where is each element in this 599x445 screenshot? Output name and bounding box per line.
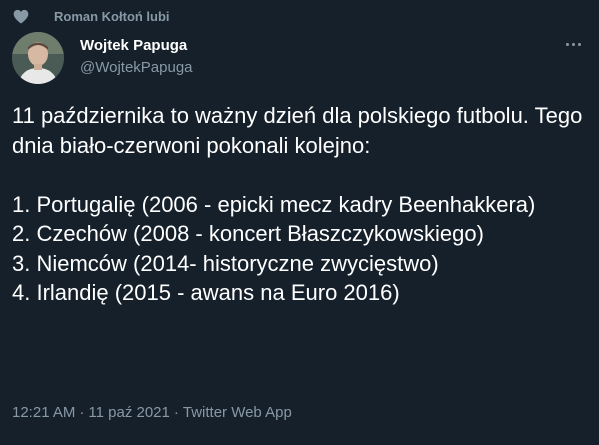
meta-separator: · (79, 404, 85, 421)
tweet-list-item: 4. Irlandię (2015 - awans na Euro 2016) (12, 280, 400, 305)
tweet-paragraph: 11 października to ważny dzień dla polsk… (12, 103, 589, 158)
tweet-metadata: 12:21 AM · 11 paź 2021 · Twitter Web App (12, 404, 292, 421)
author-handle[interactable]: @WojtekPapuga (80, 58, 193, 78)
social-context: Roman Kołtoń lubi (12, 6, 170, 26)
tweet-list-item: 1. Portugalię (2006 - epicki mecz kadry … (12, 191, 536, 217)
author-display-name[interactable]: Wojtek Papuga (80, 36, 193, 56)
avatar[interactable] (12, 32, 64, 84)
author-block: Wojtek Papuga @WojtekPapuga (80, 36, 193, 78)
more-horizontal-icon (564, 42, 582, 46)
tweet-list-item: 2. Czechów (2008 - koncert Błaszczykowsk… (12, 221, 484, 246)
tweet-list-item: 3. Niemców (2014- historyczne zwycięstwo… (12, 250, 439, 276)
tweet-card[interactable]: Roman Kołtoń lubi Wojtek Papuga @WojtekP… (0, 0, 599, 445)
tweet-text: 11 października to ważny dzień dla polsk… (12, 101, 587, 308)
heart-icon (12, 7, 30, 25)
meta-separator: · (173, 404, 179, 421)
social-context-text[interactable]: Roman Kołtoń lubi (54, 9, 170, 24)
tweet-paragraph (12, 160, 587, 190)
more-options-button[interactable] (561, 34, 585, 54)
source-app-link[interactable]: Twitter Web App (183, 404, 292, 421)
tweet-date[interactable]: 11 paź 2021 (88, 404, 169, 421)
tweet-time[interactable]: 12:21 AM (12, 404, 75, 421)
